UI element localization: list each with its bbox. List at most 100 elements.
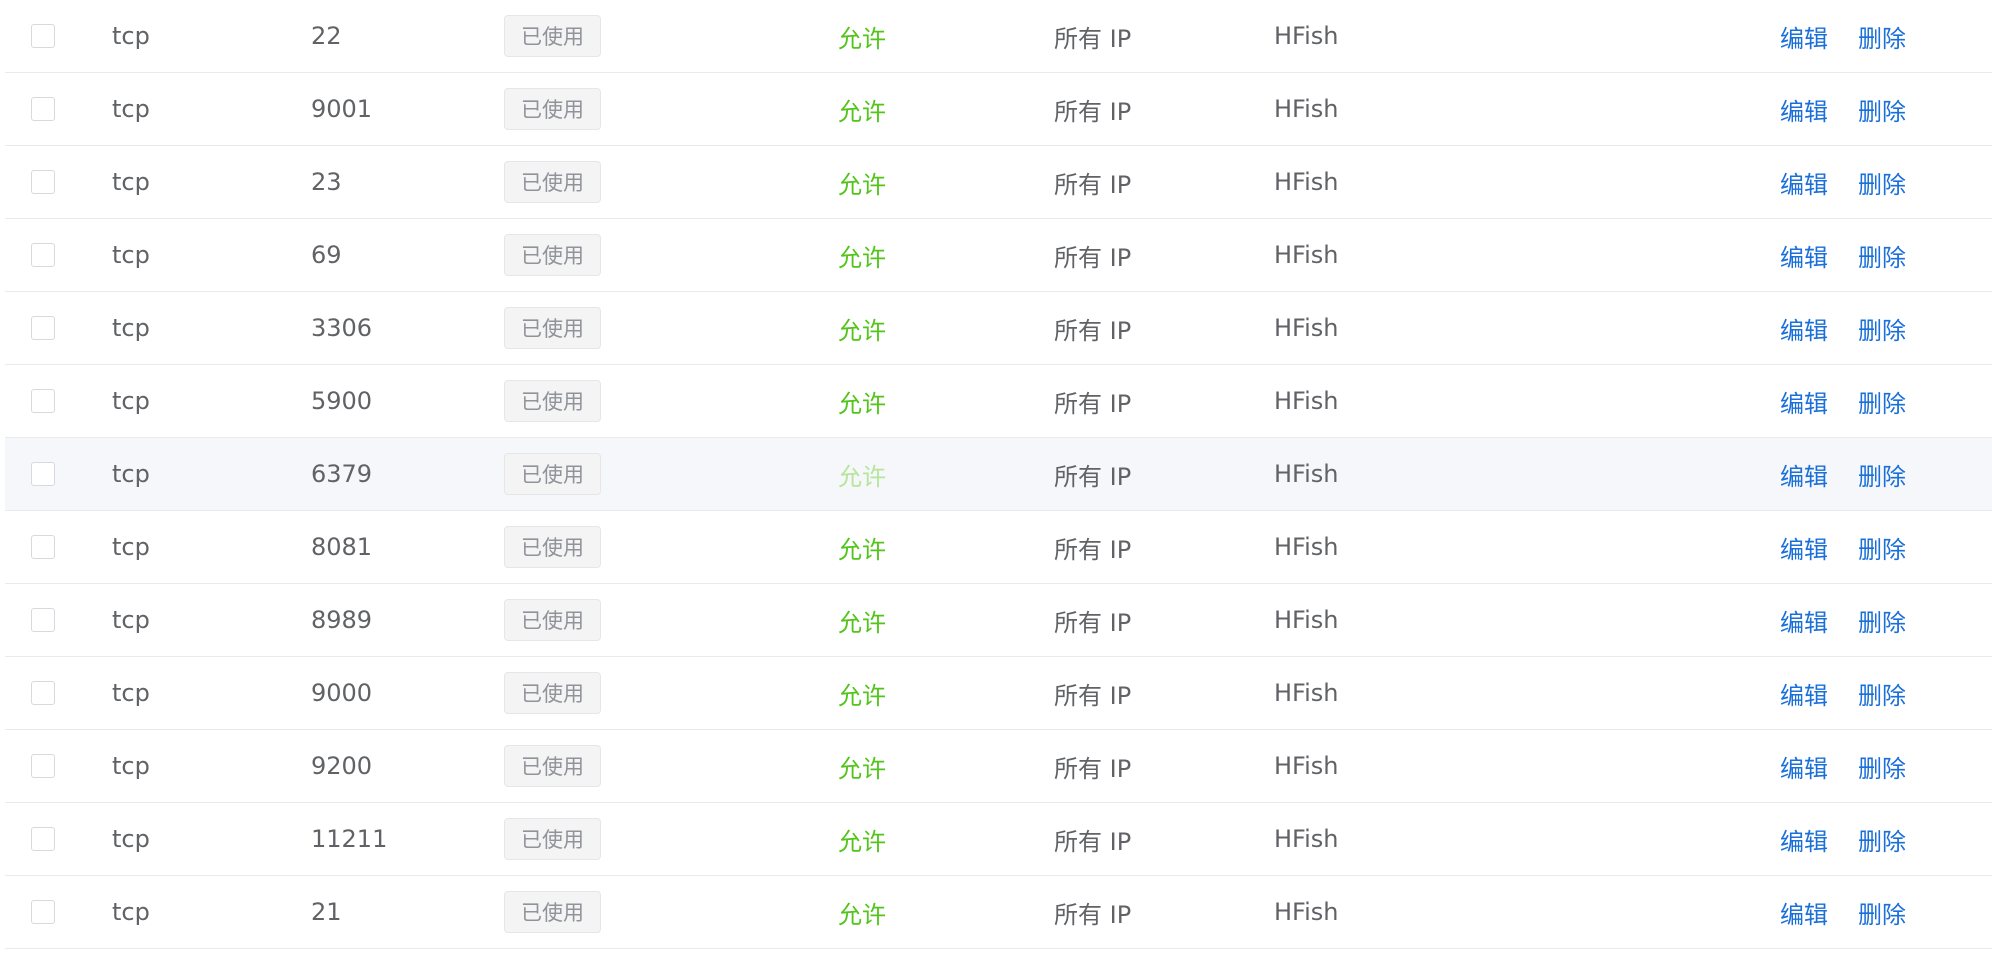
port-cell: 9000 <box>311 679 373 707</box>
policy-cell: 允许 <box>838 535 886 564</box>
status-tag: 已使用 <box>504 380 601 422</box>
policy-cell: 允许 <box>838 681 886 710</box>
port-cell: 5900 <box>311 387 373 415</box>
edit-link[interactable]: 编辑 <box>1780 311 1828 346</box>
service-name-cell: HFish <box>1274 241 1339 269</box>
delete-link[interactable]: 删除 <box>1858 895 1906 930</box>
row-checkbox[interactable] <box>31 535 55 559</box>
edit-link[interactable]: 编辑 <box>1780 238 1828 273</box>
port-cell: 8081 <box>311 533 373 561</box>
ip-range-cell: 所有 IP <box>1054 827 1132 856</box>
port-cell: 3306 <box>311 314 373 342</box>
row-checkbox[interactable] <box>31 900 55 924</box>
service-name-cell: HFish <box>1274 460 1339 488</box>
row-checkbox[interactable] <box>31 754 55 778</box>
table-row: tcp 3306 已使用 允许 所有 IP HFish 编辑 删除 <box>5 292 1992 365</box>
row-checkbox[interactable] <box>31 681 55 705</box>
row-checkbox[interactable] <box>31 608 55 632</box>
delete-link[interactable]: 删除 <box>1858 676 1906 711</box>
ip-range-cell: 所有 IP <box>1054 97 1132 126</box>
delete-link[interactable]: 删除 <box>1858 311 1906 346</box>
delete-link[interactable]: 删除 <box>1858 19 1906 54</box>
edit-link[interactable]: 编辑 <box>1780 457 1828 492</box>
table-row: tcp 22 已使用 允许 所有 IP HFish 编辑 删除 <box>5 0 1992 73</box>
table-row: tcp 69 已使用 允许 所有 IP HFish 编辑 删除 <box>5 219 1992 292</box>
delete-link[interactable]: 删除 <box>1858 457 1906 492</box>
protocol-cell: tcp <box>112 314 150 342</box>
service-name-cell: HFish <box>1274 825 1339 853</box>
protocol-cell: tcp <box>112 22 150 50</box>
table-row: tcp 9200 已使用 允许 所有 IP HFish 编辑 删除 <box>5 730 1992 803</box>
service-name-cell: HFish <box>1274 606 1339 634</box>
ip-range-cell: 所有 IP <box>1054 681 1132 710</box>
status-tag: 已使用 <box>504 453 601 495</box>
policy-cell: 允许 <box>838 389 886 418</box>
policy-cell: 允许 <box>838 170 886 199</box>
ip-range-cell: 所有 IP <box>1054 170 1132 199</box>
status-tag: 已使用 <box>504 15 601 57</box>
policy-cell: 允许 <box>838 243 886 272</box>
delete-link[interactable]: 删除 <box>1858 822 1906 857</box>
edit-link[interactable]: 编辑 <box>1780 530 1828 565</box>
service-name-cell: HFish <box>1274 898 1339 926</box>
port-table: tcp 22 已使用 允许 所有 IP HFish 编辑 删除 tcp 9001 <box>5 0 1992 949</box>
edit-link[interactable]: 编辑 <box>1780 384 1828 419</box>
table-row: tcp 21 已使用 允许 所有 IP HFish 编辑 删除 <box>5 876 1992 949</box>
status-tag: 已使用 <box>504 234 601 276</box>
ip-range-cell: 所有 IP <box>1054 754 1132 783</box>
service-name-cell: HFish <box>1274 95 1339 123</box>
edit-link[interactable]: 编辑 <box>1780 895 1828 930</box>
status-tag: 已使用 <box>504 88 601 130</box>
delete-link[interactable]: 删除 <box>1858 530 1906 565</box>
edit-link[interactable]: 编辑 <box>1780 603 1828 638</box>
policy-cell: 允许 <box>838 754 886 783</box>
edit-link[interactable]: 编辑 <box>1780 822 1828 857</box>
edit-link[interactable]: 编辑 <box>1780 19 1828 54</box>
ip-range-cell: 所有 IP <box>1054 243 1132 272</box>
row-checkbox[interactable] <box>31 316 55 340</box>
row-checkbox[interactable] <box>31 243 55 267</box>
policy-cell: 允许 <box>838 462 886 491</box>
edit-link[interactable]: 编辑 <box>1780 676 1828 711</box>
protocol-cell: tcp <box>112 679 150 707</box>
table-row: tcp 11211 已使用 允许 所有 IP HFish 编辑 删除 <box>5 803 1992 876</box>
protocol-cell: tcp <box>112 825 150 853</box>
delete-link[interactable]: 删除 <box>1858 92 1906 127</box>
ip-range-cell: 所有 IP <box>1054 608 1132 637</box>
protocol-cell: tcp <box>112 95 150 123</box>
row-checkbox[interactable] <box>31 97 55 121</box>
port-cell: 23 <box>311 168 342 196</box>
edit-link[interactable]: 编辑 <box>1780 92 1828 127</box>
status-tag: 已使用 <box>504 818 601 860</box>
row-checkbox[interactable] <box>31 24 55 48</box>
delete-link[interactable]: 删除 <box>1858 165 1906 200</box>
delete-link[interactable]: 删除 <box>1858 384 1906 419</box>
edit-link[interactable]: 编辑 <box>1780 165 1828 200</box>
table-row: tcp 8081 已使用 允许 所有 IP HFish 编辑 删除 <box>5 511 1992 584</box>
port-cell: 9200 <box>311 752 373 780</box>
protocol-cell: tcp <box>112 898 150 926</box>
row-checkbox[interactable] <box>31 827 55 851</box>
service-name-cell: HFish <box>1274 168 1339 196</box>
service-name-cell: HFish <box>1274 387 1339 415</box>
policy-cell: 允许 <box>838 316 886 345</box>
protocol-cell: tcp <box>112 606 150 634</box>
delete-link[interactable]: 删除 <box>1858 238 1906 273</box>
status-tag: 已使用 <box>504 526 601 568</box>
protocol-cell: tcp <box>112 387 150 415</box>
row-checkbox[interactable] <box>31 170 55 194</box>
row-checkbox[interactable] <box>31 462 55 486</box>
protocol-cell: tcp <box>112 533 150 561</box>
delete-link[interactable]: 删除 <box>1858 749 1906 784</box>
service-name-cell: HFish <box>1274 22 1339 50</box>
status-tag: 已使用 <box>504 599 601 641</box>
delete-link[interactable]: 删除 <box>1858 603 1906 638</box>
policy-cell: 允许 <box>838 97 886 126</box>
table-row: tcp 6379 已使用 允许 所有 IP HFish 编辑 删除 <box>5 438 1992 511</box>
service-name-cell: HFish <box>1274 533 1339 561</box>
status-tag: 已使用 <box>504 672 601 714</box>
protocol-cell: tcp <box>112 241 150 269</box>
table-row: tcp 23 已使用 允许 所有 IP HFish 编辑 删除 <box>5 146 1992 219</box>
edit-link[interactable]: 编辑 <box>1780 749 1828 784</box>
row-checkbox[interactable] <box>31 389 55 413</box>
